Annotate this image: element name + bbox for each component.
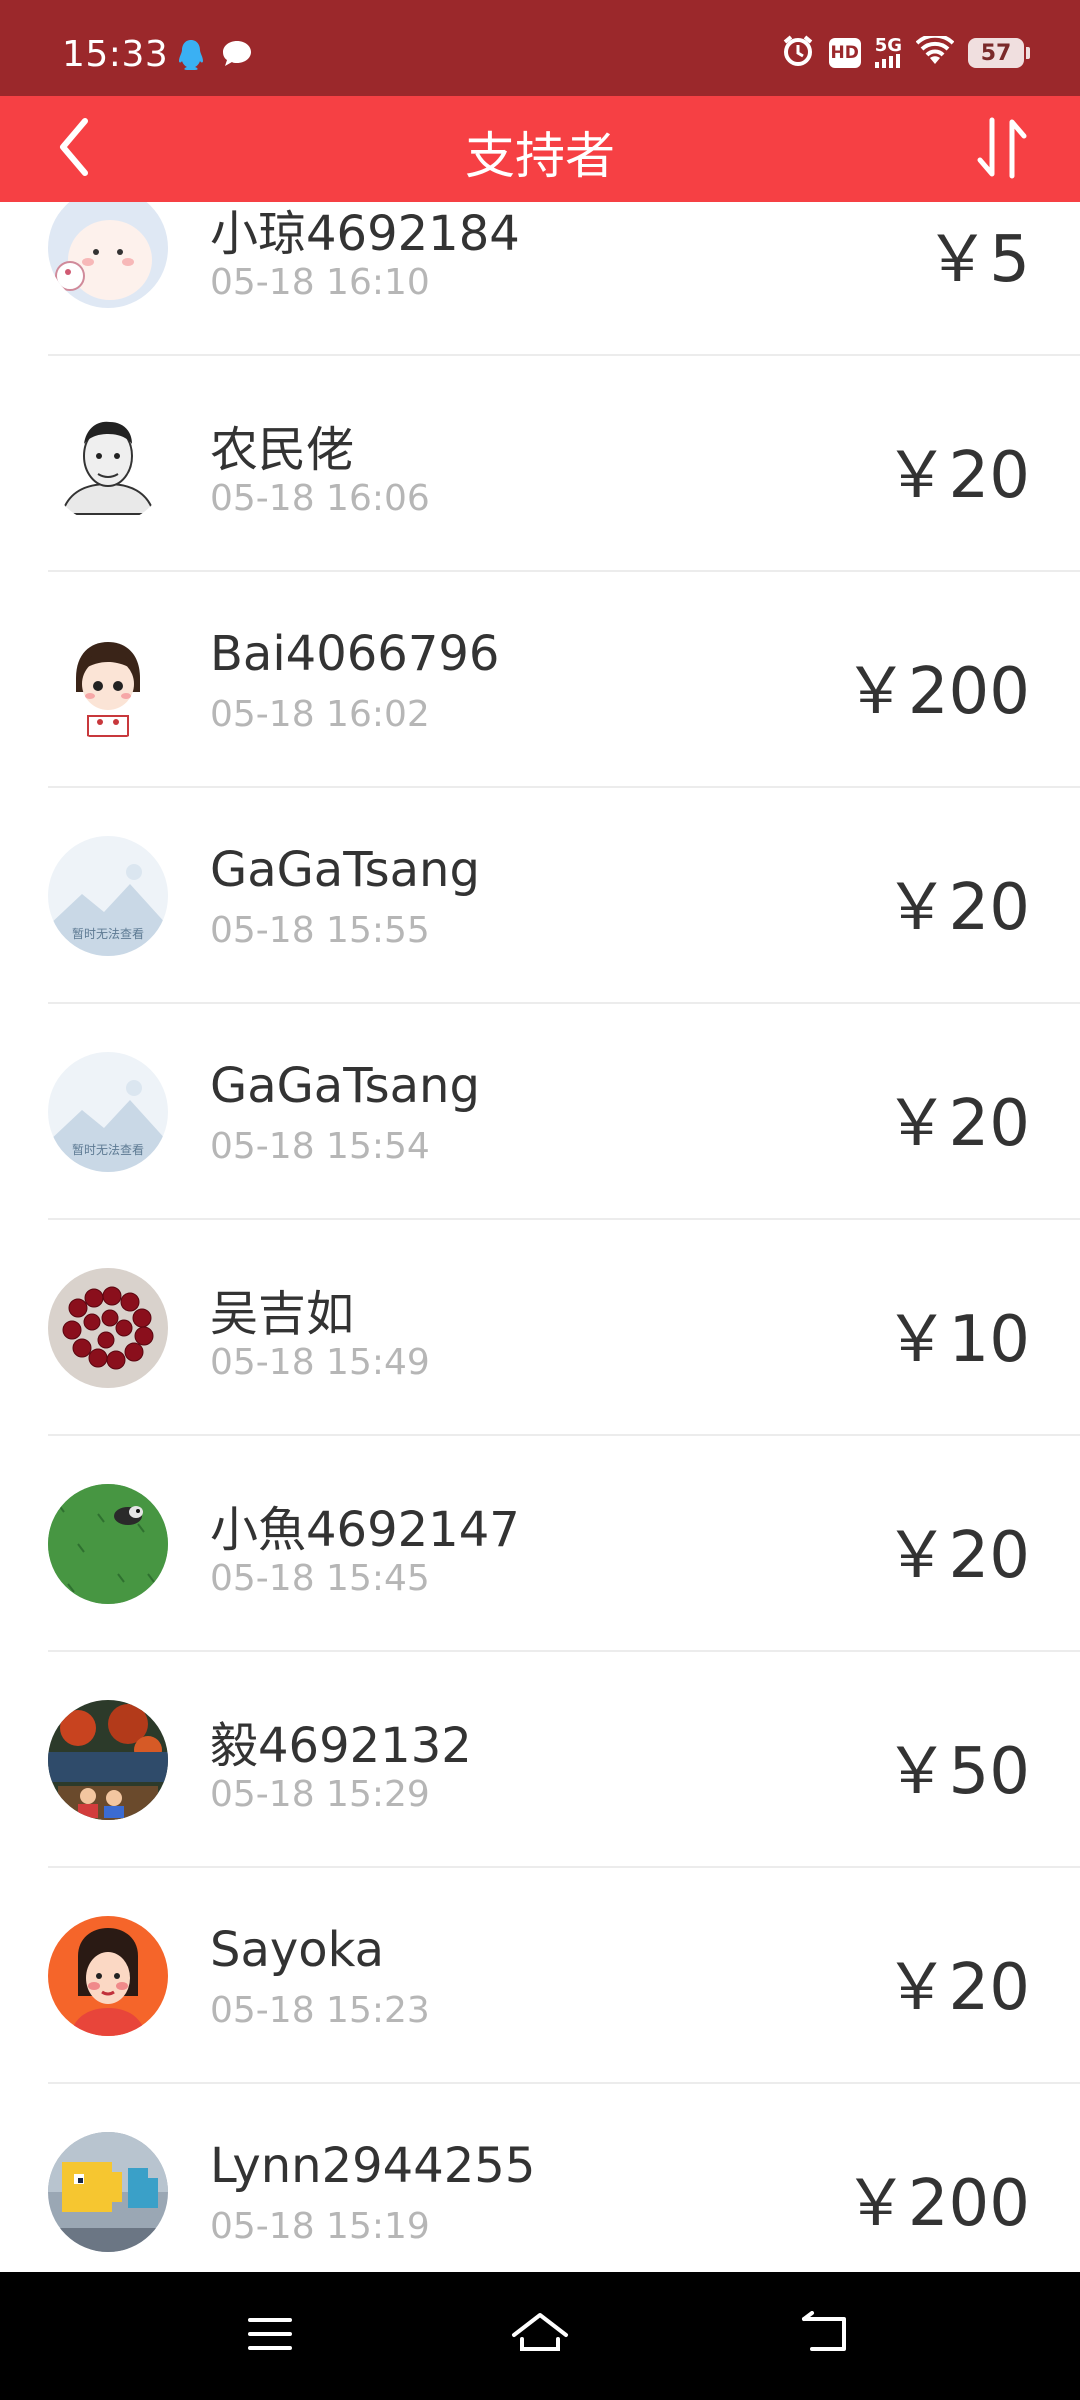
supporter-name: Sayoka bbox=[210, 1922, 385, 1978]
avatar bbox=[48, 1268, 168, 1388]
list-item[interactable]: Bai4066796 05-18 16:02 ￥200 bbox=[0, 572, 1080, 788]
avatar bbox=[48, 2132, 168, 2252]
supporter-name: 小魚4692147 bbox=[210, 1502, 520, 1558]
hd-icon: HD bbox=[828, 38, 861, 68]
support-time: 05-18 16:02 bbox=[210, 694, 430, 735]
support-amount: ￥10 bbox=[884, 1303, 1030, 1377]
support-time: 05-18 15:29 bbox=[210, 1774, 430, 1815]
support-amount: ￥20 bbox=[884, 1519, 1030, 1593]
sort-icon bbox=[972, 116, 1032, 184]
status-bar: 15:33 HD 5G 57 bbox=[0, 0, 1080, 96]
back-nav-button[interactable] bbox=[792, 2304, 856, 2368]
list-item[interactable]: 暂时无法查看 GaGaTsang 05-18 15:55 ￥20 bbox=[0, 788, 1080, 1004]
status-time: 15:33 bbox=[62, 34, 169, 75]
home-icon bbox=[510, 2309, 570, 2363]
sort-button[interactable] bbox=[964, 112, 1040, 188]
menu-icon bbox=[246, 2314, 294, 2358]
avatar bbox=[48, 620, 168, 740]
battery-icon: 57 bbox=[968, 38, 1030, 68]
support-amount: ￥200 bbox=[843, 2167, 1030, 2241]
list-item[interactable]: Lynn2944255 05-18 15:19 ￥200 bbox=[0, 2084, 1080, 2272]
support-time: 05-18 15:55 bbox=[210, 910, 430, 951]
support-amount: ￥200 bbox=[843, 655, 1030, 729]
supporter-name: Bai4066796 bbox=[210, 626, 500, 682]
list-item[interactable]: 小琼4692184 05-18 16:10 ￥5 bbox=[0, 202, 1080, 356]
list-item[interactable]: 暂时无法查看 GaGaTsang 05-18 15:54 ￥20 bbox=[0, 1004, 1080, 1220]
avatar bbox=[48, 202, 168, 308]
support-time: 05-18 15:49 bbox=[210, 1342, 430, 1383]
list-item[interactable]: 吴吉如 05-18 15:49 ￥10 bbox=[0, 1220, 1080, 1436]
alarm-icon bbox=[781, 34, 815, 72]
avatar bbox=[48, 1484, 168, 1604]
supporter-name: GaGaTsang bbox=[210, 1058, 480, 1114]
support-time: 05-18 16:06 bbox=[210, 478, 430, 519]
return-icon bbox=[798, 2311, 850, 2361]
placeholder-avatar-text: 暂时无法查看 bbox=[72, 927, 144, 941]
menu-button[interactable] bbox=[238, 2304, 302, 2368]
support-time: 05-18 15:54 bbox=[210, 1126, 430, 1167]
avatar: 暂时无法查看 bbox=[48, 1052, 168, 1172]
app-header: 支持者 bbox=[0, 96, 1080, 202]
notification-icons bbox=[176, 38, 254, 76]
supporter-name: GaGaTsang bbox=[210, 842, 480, 898]
supporter-name: 农民佬 bbox=[210, 422, 355, 478]
list-item[interactable]: 毅4692132 05-18 15:29 ￥50 bbox=[0, 1652, 1080, 1868]
system-nav-bar bbox=[0, 2272, 1080, 2400]
list-item[interactable]: Sayoka 05-18 15:23 ￥20 bbox=[0, 1868, 1080, 2084]
message-bubble-icon bbox=[220, 38, 254, 76]
supporter-name: 毅4692132 bbox=[210, 1718, 472, 1774]
page-title: 支持者 bbox=[465, 127, 615, 185]
support-amount: ￥20 bbox=[884, 439, 1030, 513]
supporter-name: 小琼4692184 bbox=[210, 206, 520, 262]
support-time: 05-18 15:23 bbox=[210, 1990, 430, 2031]
support-amount: ￥5 bbox=[925, 223, 1030, 297]
placeholder-avatar-text: 暂时无法查看 bbox=[72, 1143, 144, 1157]
list-item[interactable]: 小魚4692147 05-18 15:45 ￥20 bbox=[0, 1436, 1080, 1652]
list-item[interactable]: 农民佬 05-18 16:06 ￥20 bbox=[0, 356, 1080, 572]
support-amount: ￥50 bbox=[884, 1735, 1030, 1809]
avatar: 暂时无法查看 bbox=[48, 836, 168, 956]
home-button[interactable] bbox=[508, 2304, 572, 2368]
avatar bbox=[48, 1700, 168, 1820]
qq-icon bbox=[176, 38, 206, 76]
support-amount: ￥20 bbox=[884, 871, 1030, 945]
supporter-list[interactable]: 小琼4692184 05-18 16:10 ￥5 农民佬 05-18 16:06… bbox=[0, 202, 1080, 2272]
avatar bbox=[48, 1916, 168, 2036]
signal-5g-icon: 5G bbox=[874, 35, 902, 68]
supporter-name: 吴吉如 bbox=[210, 1286, 355, 1342]
network-label: 5G bbox=[874, 35, 902, 56]
system-status-icons: HD 5G 57 bbox=[781, 33, 1030, 72]
wifi-icon bbox=[915, 33, 955, 70]
support-time: 05-18 15:19 bbox=[210, 2206, 430, 2247]
supporter-name: Lynn2944255 bbox=[210, 2138, 536, 2194]
support-time: 05-18 16:10 bbox=[210, 262, 430, 303]
support-amount: ￥20 bbox=[884, 1951, 1030, 2025]
support-time: 05-18 15:45 bbox=[210, 1558, 430, 1599]
avatar bbox=[48, 404, 168, 524]
support-amount: ￥20 bbox=[884, 1087, 1030, 1161]
